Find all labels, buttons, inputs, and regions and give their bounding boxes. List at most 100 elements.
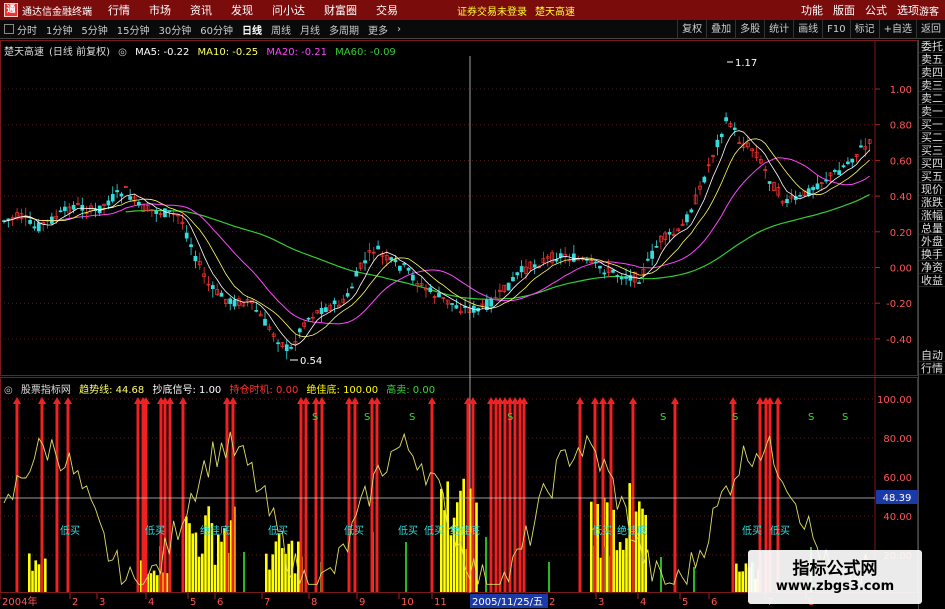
tool-multi-stock[interactable]: 多股 (735, 20, 764, 39)
settings-icon[interactable]: ◎ (118, 47, 127, 58)
side-tab-8[interactable]: 买三 (919, 144, 945, 157)
tool-overlay[interactable]: 叠加 (706, 20, 735, 39)
yellow-bar (185, 516, 188, 592)
menu-options[interactable]: 选项 (897, 2, 919, 18)
side-tab-10[interactable]: 买五 (919, 170, 945, 183)
indicator-name: 股票指标网 (20, 385, 71, 396)
green-bar (693, 567, 695, 592)
side-tab-6[interactable]: 买一 (919, 118, 945, 131)
legend-hold-time: 持仓时机: 0.00 (229, 385, 299, 396)
yellow-bar (31, 570, 34, 592)
low-buy-label: 低买 (268, 524, 288, 537)
period-weekly[interactable]: 周线 (271, 22, 291, 37)
period-60min[interactable]: 60分钟 (200, 22, 233, 37)
side-tab-13[interactable]: 涨幅 (919, 209, 945, 222)
chart-area[interactable]: 1.00 0.80 0.60 0.40 0.20 0.00 -0.20 -0.40 1.17 … (0, 40, 918, 609)
grid-icon[interactable] (4, 24, 14, 34)
menu-news[interactable]: 资讯 (190, 2, 212, 18)
yellow-bar (634, 511, 638, 592)
tool-add-watchlist[interactable]: +自选 (878, 20, 916, 39)
side-tab-9[interactable]: 买四 (919, 157, 945, 170)
chevron-right-icon[interactable]: › (397, 24, 401, 35)
side-tab-15[interactable]: 外盘 (919, 235, 945, 248)
candle-body (615, 275, 620, 277)
menu-trade[interactable]: 交易 (376, 2, 398, 18)
menu-function[interactable]: 功能 (801, 2, 823, 18)
period-tick[interactable]: 分时 (17, 22, 37, 37)
candle-body (532, 264, 537, 268)
indicator-settings-icon[interactable]: ◎ (4, 385, 13, 396)
watermark-title: 指标公式网 (792, 559, 878, 579)
period-multi[interactable]: 多周期 (329, 22, 359, 37)
side-tab-18[interactable]: 收益 (919, 274, 945, 287)
side-tab-11[interactable]: 现价 (919, 183, 945, 196)
period-daily[interactable]: 日线 (242, 22, 262, 37)
tool-statistics[interactable]: 统计 (764, 20, 793, 39)
yellow-bar (615, 550, 619, 592)
menu-layout[interactable]: 版面 (833, 2, 855, 18)
low-buy-label: 低买 (770, 524, 790, 537)
tool-draw[interactable]: 画线 (793, 20, 822, 39)
ma5-line (3, 130, 870, 346)
side-tab-14[interactable]: 总量 (919, 222, 945, 235)
candle-body (345, 293, 350, 297)
menu-formula[interactable]: 公式 (865, 2, 887, 18)
tool-back[interactable]: 返回 (916, 20, 945, 39)
legend-ma60: MA60: -0.09 (335, 47, 396, 58)
period-1min[interactable]: 1分钟 (46, 22, 72, 37)
candle-body (154, 210, 159, 214)
candle-body (650, 250, 655, 259)
candle-body (306, 317, 311, 320)
candle-body (667, 232, 672, 235)
green-bars (243, 532, 812, 592)
red-signal-bars (13, 397, 782, 592)
menu-market-quotes[interactable]: 行情 (108, 2, 130, 18)
side-tab-7[interactable]: 买二 (919, 131, 945, 144)
tool-mark[interactable]: 标记 (849, 20, 879, 39)
date-label: 4 (148, 597, 154, 608)
side-tab-19[interactable]: 自动 (919, 349, 945, 362)
candle-body (619, 277, 624, 280)
side-tab-4[interactable]: 卖二 (919, 92, 945, 105)
indicator-legend: ◎ 股票指标网 趋势线: 44.68 抄底信号: 1.00 持仓时机: 0.00… (4, 381, 440, 396)
green-bar (405, 542, 407, 592)
title-bar: 通 通达信金融终端 行情 市场 资讯 发现 问小达 财富圈 交易 证券交易未登录… (0, 0, 945, 20)
candle-body (702, 176, 707, 183)
period-5min[interactable]: 5分钟 (81, 22, 107, 37)
tool-adjust[interactable]: 复权 (677, 20, 706, 39)
menu-discover[interactable]: 发现 (231, 2, 253, 18)
side-tab-16[interactable]: 换手 (919, 248, 945, 261)
yellow-bar (220, 541, 223, 592)
period-more[interactable]: 更多 (368, 22, 388, 37)
menu-wealth[interactable]: 财富圈 (324, 2, 357, 18)
period-30min[interactable]: 30分钟 (158, 22, 191, 37)
side-tab-5[interactable]: 卖一 (919, 105, 945, 118)
period-15min[interactable]: 15分钟 (117, 22, 150, 37)
candle-body (602, 272, 607, 275)
watermark-url: www.zbgs3.com (775, 579, 895, 594)
candle-body (110, 194, 115, 202)
side-tab-0[interactable]: 委托 (919, 40, 945, 53)
side-tab-17[interactable]: 净资 (919, 261, 945, 274)
period-monthly[interactable]: 月线 (300, 22, 320, 37)
candle-body (210, 285, 215, 290)
chart-canvas[interactable]: 1.000.800.600.400.200.00-0.20-0.40 1.17 … (0, 40, 918, 609)
yellow-bar (194, 532, 198, 592)
guest-label[interactable]: 游客 (919, 3, 939, 18)
menu-market[interactable]: 市场 (149, 2, 171, 18)
menu-ask[interactable]: 问小达 (272, 2, 305, 18)
yellow-bar (268, 569, 271, 592)
side-tab-1[interactable]: 卖五 (919, 53, 945, 66)
side-tab-12[interactable]: 涨跌 (919, 196, 945, 209)
side-tab-2[interactable]: 卖四 (919, 66, 945, 79)
low-buy-label: 绝佳底 (200, 524, 230, 537)
login-status[interactable]: 证券交易未登录 (457, 3, 527, 18)
yellow-bar (287, 543, 290, 592)
signal-arrow (607, 397, 615, 404)
date-label: 5 (190, 597, 196, 608)
date-label: 2004年 (2, 595, 37, 608)
indicator-tick-label: 40.00 (883, 512, 912, 523)
tool-f10[interactable]: F10 (822, 20, 849, 39)
side-tab-3[interactable]: 卖三 (919, 79, 945, 92)
side-tab-20[interactable]: 行情 (919, 362, 945, 375)
